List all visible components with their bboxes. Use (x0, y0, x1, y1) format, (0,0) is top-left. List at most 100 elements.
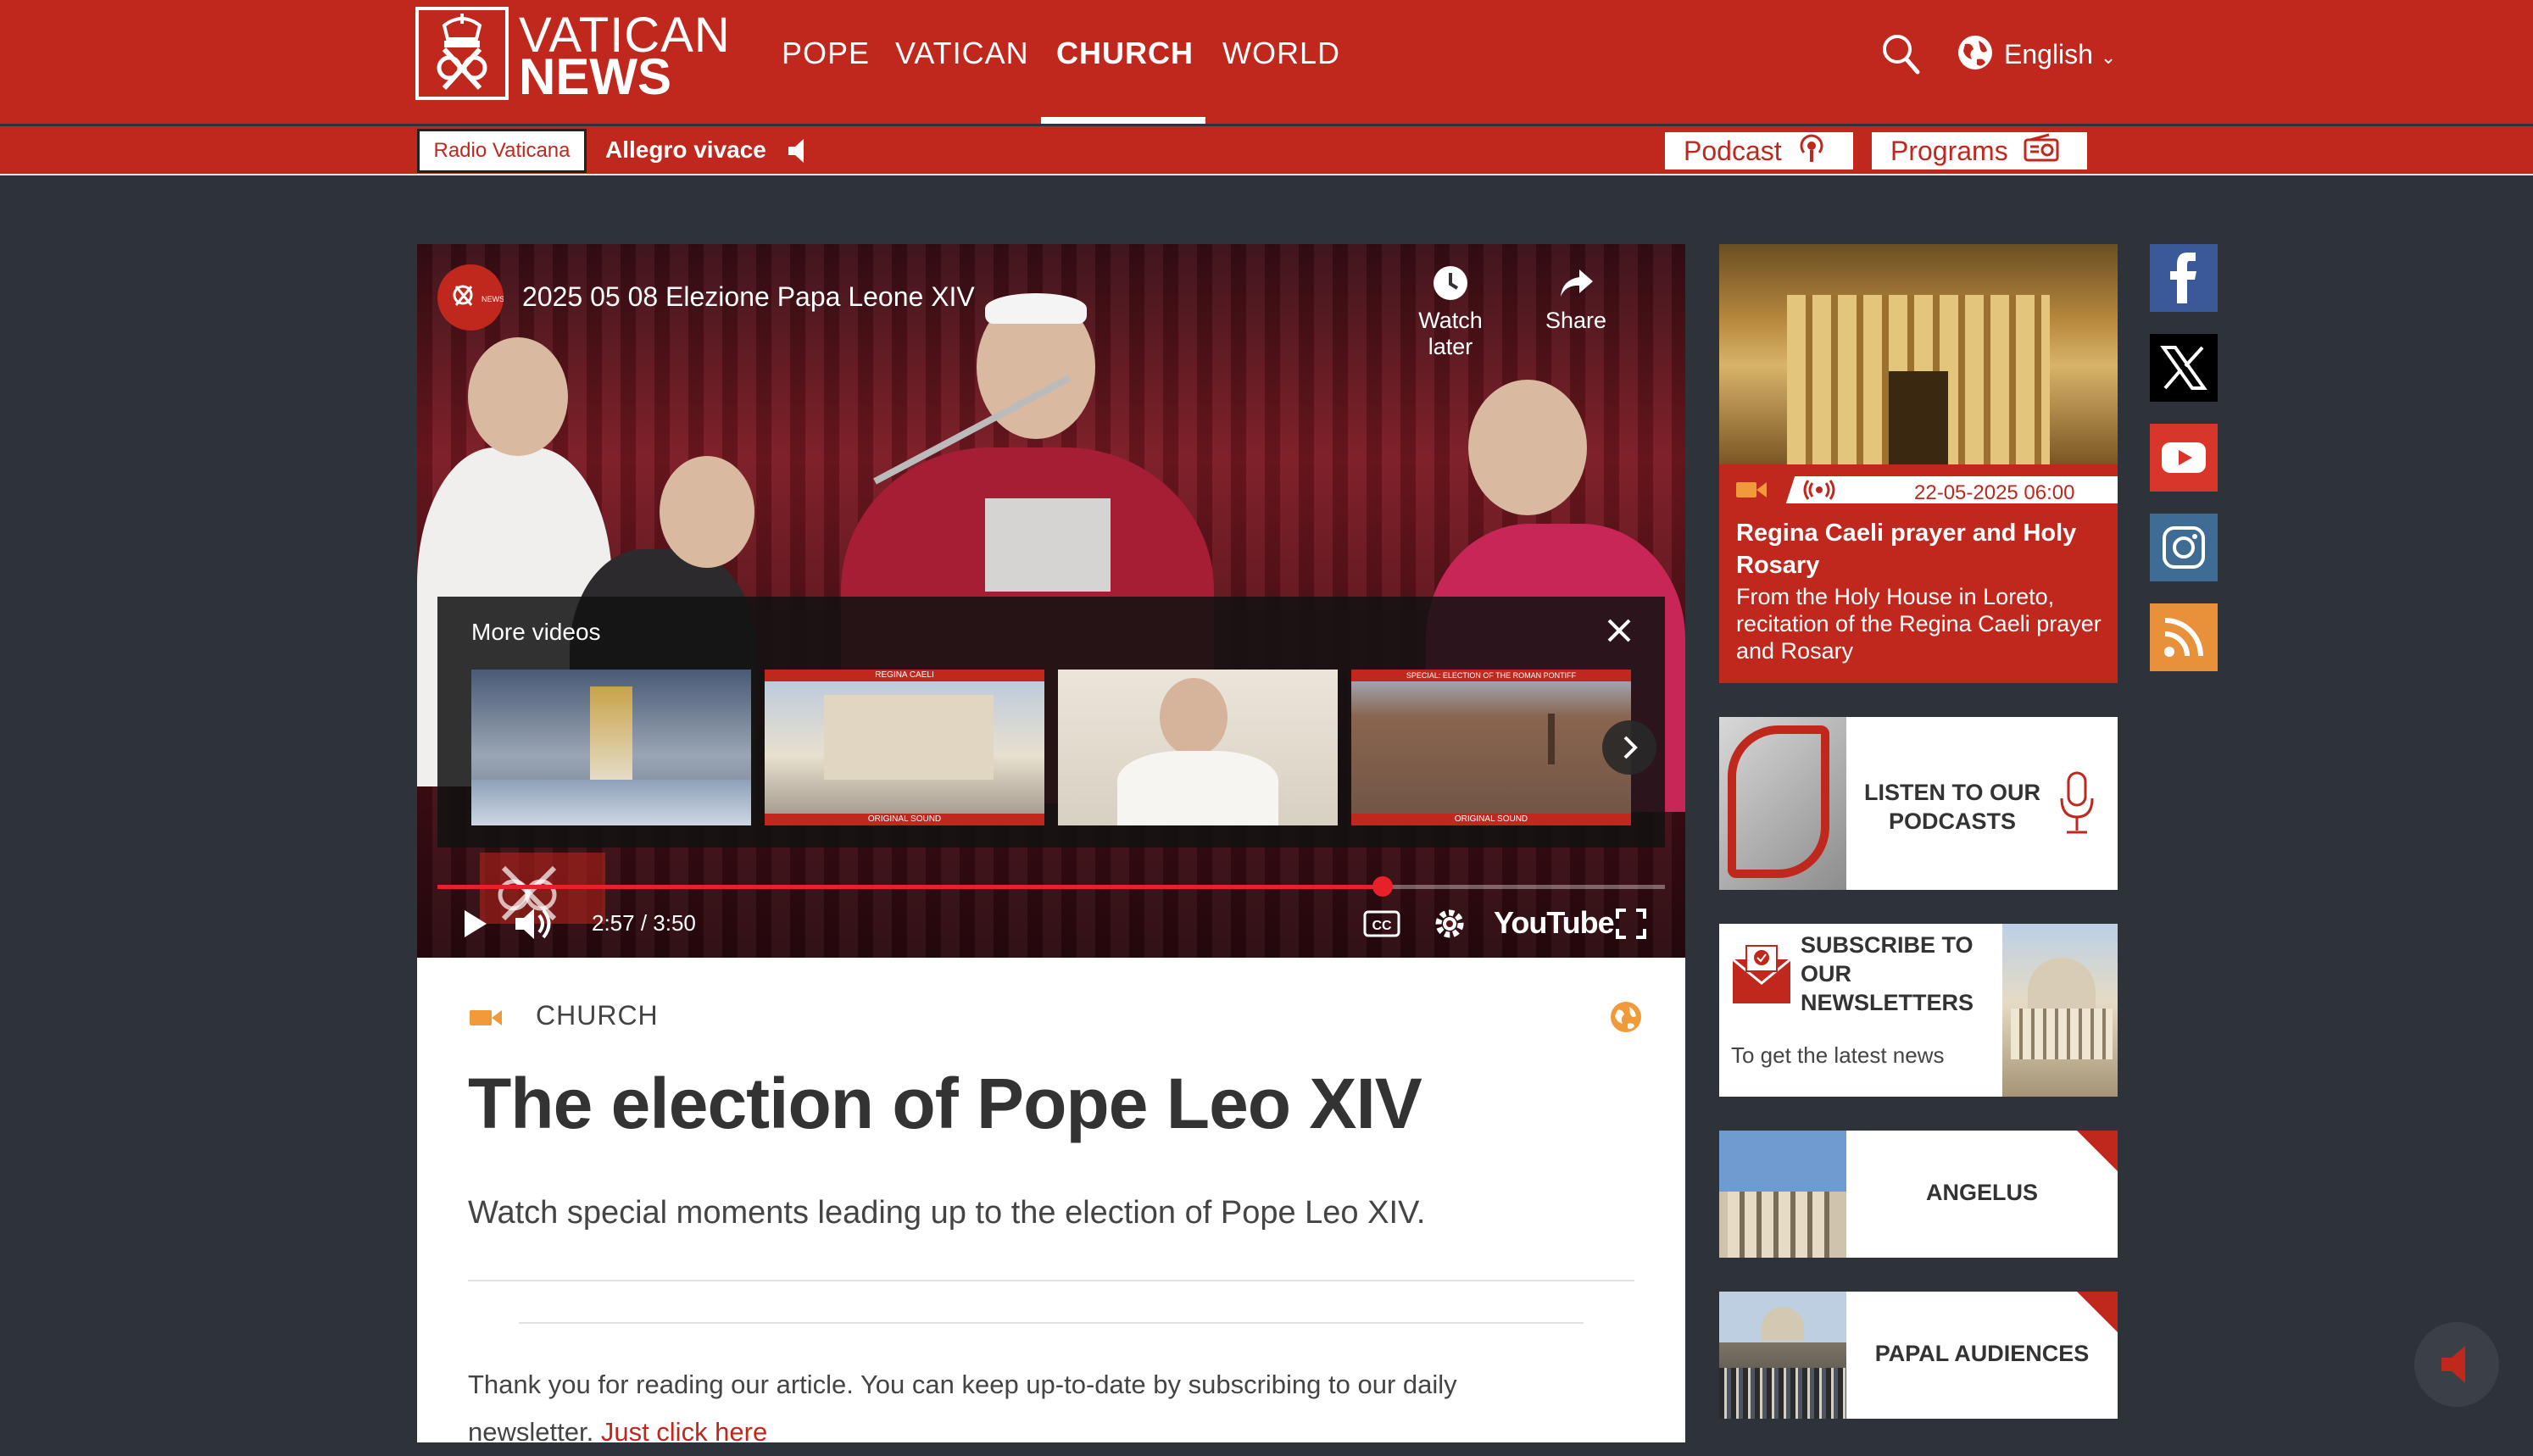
progress-played (437, 885, 1383, 889)
audiences-image (1719, 1292, 1846, 1419)
live-event-title: Regina Caeli prayer and Holy Rosary (1736, 520, 2077, 579)
settings-gear-icon[interactable] (1431, 905, 1468, 947)
speaker-icon[interactable] (787, 136, 809, 169)
language-select[interactable]: English ⌄ (2004, 39, 2116, 70)
active-nav-indicator (1041, 117, 1205, 124)
chevron-right-icon (1623, 736, 1638, 759)
podcast-icon (1797, 132, 1826, 169)
floating-audio-button[interactable] (2414, 1322, 2499, 1407)
search-icon[interactable] (1880, 32, 1921, 81)
divider-inner (519, 1322, 1584, 1324)
envelope-icon (1731, 942, 1792, 1013)
radio-vaticana-button[interactable]: Radio Vaticana (417, 129, 587, 173)
article-category[interactable]: CHURCH (536, 1000, 659, 1031)
thumb-4-top-label: SPECIAL: ELECTION OF THE ROMAN PONTIFF (1351, 670, 1631, 681)
nav-vatican[interactable]: VATICAN (895, 36, 1029, 71)
youtube-logo[interactable]: YouTube (1494, 905, 1615, 941)
next-videos-button[interactable] (1602, 720, 1656, 775)
svg-text:NEWS: NEWS (482, 295, 504, 303)
play-icon[interactable] (461, 907, 490, 945)
video-time: 2:57 / 3:50 (592, 910, 696, 936)
globe-icon[interactable] (1957, 34, 1994, 75)
video-thumbnail-1[interactable] (471, 670, 751, 825)
video-thumbnail-4[interactable]: SPECIAL: ELECTION OF THE ROMAN PONTIFF O… (1351, 670, 1631, 825)
thumb-2-top-label: REGINA CAELI (765, 670, 1044, 681)
nav-world[interactable]: WORLD (1222, 36, 1340, 71)
thumb-2-bottom-label: ORIGINAL SOUND (765, 814, 1044, 825)
volume-icon[interactable] (514, 905, 554, 947)
captions-icon[interactable]: CC (1363, 909, 1400, 943)
video-player[interactable]: NEWS 2025 05 08 Elezione Papa Leone XIV … (417, 244, 1685, 958)
podium-book (985, 498, 1111, 592)
microphone-icon (2058, 770, 2096, 842)
figure-right-head (1468, 380, 1587, 515)
thumb-floor (471, 780, 751, 825)
newsletter-promo[interactable]: SUBSCRIBE TO OUR NEWSLETTERS To get the … (1719, 924, 2118, 1097)
clock-icon (1395, 264, 1506, 308)
nav-church[interactable]: CHURCH (1056, 36, 1194, 71)
dome (2028, 958, 2096, 1009)
thumb-3-robe (1117, 751, 1278, 825)
video-thumbnail-3[interactable] (1058, 670, 1338, 825)
thumb-4-bottom-label: ORIGINAL SOUND (1351, 814, 1631, 825)
translate-globe-icon[interactable] (1609, 1000, 1643, 1038)
audiences-dome (1762, 1307, 1804, 1341)
divider (468, 1280, 1634, 1281)
programs-button[interactable]: Programs (1872, 132, 2087, 169)
share-label: Share (1545, 308, 1607, 333)
nav-pope[interactable]: POPE (782, 36, 870, 71)
radio-bar: Radio Vaticana Allegro vivace Podcast Pr… (0, 126, 2533, 175)
newsletter-promo-line1: Thank you for reading our article. You c… (468, 1370, 1457, 1399)
fullscreen-icon[interactable] (1614, 907, 1648, 945)
close-icon[interactable] (1604, 615, 1634, 650)
corner-ribbon (2077, 1292, 2118, 1332)
more-videos-panel: More videos REGINA CAELI ORIGINAL SOUND … (437, 597, 1665, 847)
angelus-promo[interactable]: ANGELUS (1719, 1131, 2118, 1258)
podcasts-promo-label: LISTEN TO OUR PODCASTS (1863, 780, 2040, 834)
article-title: The election of Pope Leo XIV (468, 1064, 1422, 1143)
newsletter-promo-text: Thank you for reading our article. You c… (468, 1361, 1655, 1456)
thumb-4-chimney (1548, 714, 1555, 764)
holy-house-door (1889, 371, 1948, 464)
video-camera-icon (468, 1007, 504, 1033)
top-header: VATICAN NEWS POPE VATICAN CHURCH WORLD E… (0, 0, 2533, 124)
x-icon[interactable] (2150, 334, 2218, 402)
watch-later-button[interactable]: Watch later (1395, 264, 1506, 360)
video-thumbnail-2[interactable]: REGINA CAELI ORIGINAL SOUND (765, 670, 1044, 825)
live-date: 22-05-2025 06:00 (1914, 481, 2075, 504)
logo-text-news: NEWS (519, 48, 671, 105)
progress-scrubber[interactable] (1372, 876, 1393, 897)
programs-label: Programs (1890, 135, 2008, 166)
podcast-label: Podcast (1684, 135, 1782, 166)
podcast-button[interactable]: Podcast (1665, 132, 1853, 169)
papal-audiences-label: PAPAL AUDIENCES (1874, 1341, 2090, 1366)
zucchetto (985, 293, 1087, 324)
papal-audiences-promo[interactable]: PAPAL AUDIENCES (1719, 1292, 2118, 1419)
youtube-icon[interactable] (2150, 424, 2218, 492)
rss-icon[interactable] (2150, 603, 2218, 671)
instagram-icon[interactable] (2150, 514, 2218, 581)
angelus-image (1719, 1131, 1846, 1258)
share-icon (1529, 264, 1623, 308)
video-title[interactable]: 2025 05 08 Elezione Papa Leone XIV (522, 281, 975, 313)
newsletter-title: SUBSCRIBE TO OUR NEWSLETTERS (1801, 932, 1974, 1015)
angelus-label: ANGELUS (1925, 1180, 2038, 1205)
podcasts-promo[interactable]: LISTEN TO OUR PODCASTS (1719, 717, 2118, 890)
live-event-card[interactable]: 22-05-2025 06:00 Regina Caeli prayer and… (1719, 244, 2118, 683)
apostolic-palace (1728, 1192, 1829, 1258)
live-event-image (1719, 244, 2118, 464)
channel-avatar[interactable]: NEWS (437, 264, 504, 331)
crowd (1719, 1368, 1846, 1419)
thumb-2-basilica (824, 695, 994, 780)
article-body: CHURCH The election of Pope Leo XIV Watc… (417, 958, 1685, 1447)
watch-later-label: Watch later (1418, 308, 1483, 359)
thumb-3-head (1160, 678, 1228, 756)
svg-text:CC: CC (1372, 919, 1392, 933)
share-button[interactable]: Share (1529, 264, 1623, 334)
headphones (1728, 725, 1829, 878)
newsletter-subtitle: To get the latest news (1731, 1042, 1945, 1068)
facebook-icon[interactable] (2150, 244, 2218, 312)
vatican-news-logo[interactable] (415, 7, 509, 100)
live-event-description: From the Holy House in Loreto, recitatio… (1736, 584, 2102, 664)
corner-ribbon (2077, 1131, 2118, 1171)
